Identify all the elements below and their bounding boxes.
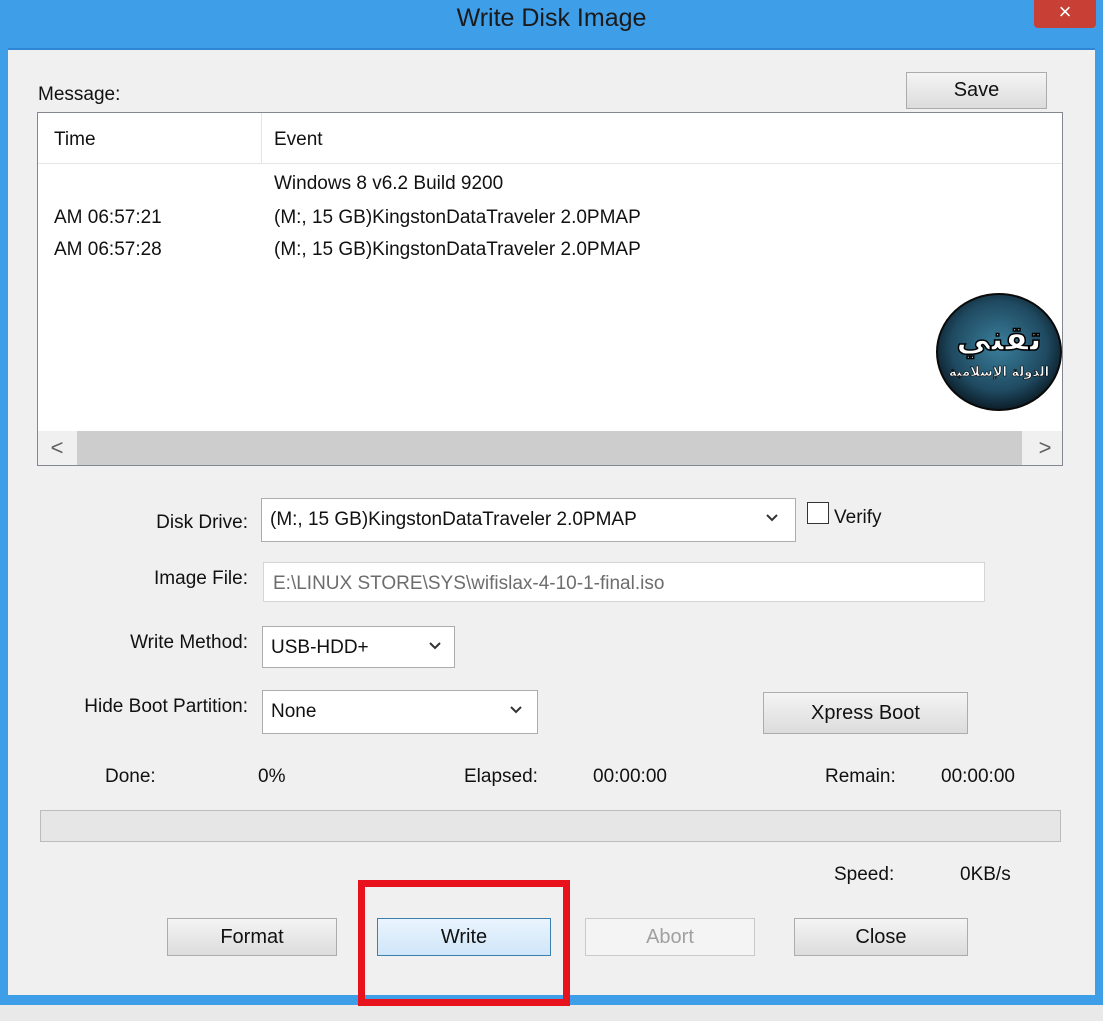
- column-header-event[interactable]: Event: [274, 129, 323, 151]
- title-bar: Write Disk Image ×: [0, 0, 1103, 50]
- column-header-time[interactable]: Time: [54, 129, 96, 151]
- desktop-strip: [0, 1005, 1103, 1021]
- elapsed-value: 00:00:00: [593, 766, 667, 787]
- speed-label: Speed:: [834, 864, 895, 885]
- close-button[interactable]: Close: [794, 918, 968, 956]
- done-value: 0%: [258, 766, 286, 787]
- watermark-logo: تقني الدولة الإسلامية: [935, 292, 1063, 412]
- remain-label: Remain:: [825, 766, 896, 787]
- verify-label: Verify: [834, 507, 882, 528]
- verify-checkbox[interactable]: [807, 502, 829, 524]
- row-time: AM 06:57:28: [54, 239, 162, 260]
- done-label: Done:: [105, 766, 156, 787]
- window-frame-right: [1095, 48, 1103, 1003]
- chevron-down-icon: [765, 511, 779, 529]
- format-button[interactable]: Format: [167, 918, 337, 956]
- image-file-value: E:\LINUX STORE\SYS\wifislax-4-10-1-final…: [273, 573, 665, 594]
- chevron-down-icon: [509, 703, 523, 721]
- row-event: (M:, 15 GB)KingstonDataTraveler 2.0PMAP: [274, 239, 641, 260]
- chevron-down-icon: [428, 639, 442, 657]
- disk-drive-select[interactable]: (M:, 15 GB)KingstonDataTraveler 2.0PMAP: [261, 498, 796, 542]
- column-separator[interactable]: [261, 113, 262, 163]
- close-icon[interactable]: ×: [1034, 0, 1096, 28]
- image-file-field[interactable]: E:\LINUX STORE\SYS\wifislax-4-10-1-final…: [263, 562, 985, 602]
- write-method-value: USB-HDD+: [271, 637, 369, 658]
- disk-drive-value: (M:, 15 GB)KingstonDataTraveler 2.0PMAP: [270, 509, 637, 530]
- remain-value: 00:00:00: [941, 766, 1015, 787]
- row-time: AM 06:57:21: [54, 207, 162, 228]
- scroll-left-icon[interactable]: <: [42, 435, 72, 461]
- watermark-main: تقني: [956, 319, 1042, 359]
- abort-button[interactable]: Abort: [585, 918, 755, 956]
- hide-boot-label: Hide Boot Partition:: [84, 696, 248, 717]
- disk-drive-label: Disk Drive:: [156, 512, 248, 533]
- speed-value: 0KB/s: [960, 864, 1011, 885]
- progress-bar: [40, 810, 1061, 842]
- xpress-boot-button[interactable]: Xpress Boot: [763, 692, 968, 734]
- window-title: Write Disk Image: [456, 4, 647, 32]
- horizontal-scrollbar[interactable]: < >: [38, 431, 1062, 465]
- window-frame-left: [0, 48, 8, 1003]
- watermark-sub: الدولة الإسلامية: [949, 365, 1049, 380]
- write-method-label: Write Method:: [130, 632, 248, 653]
- write-method-select[interactable]: USB-HDD+: [262, 626, 455, 668]
- image-file-label: Image File:: [154, 568, 248, 589]
- hide-boot-select[interactable]: None: [262, 690, 538, 734]
- highlight-box: [358, 880, 570, 1006]
- save-button[interactable]: Save: [906, 72, 1047, 109]
- elapsed-label: Elapsed:: [464, 766, 538, 787]
- scroll-right-icon[interactable]: >: [1030, 435, 1060, 461]
- row-event: (M:, 15 GB)KingstonDataTraveler 2.0PMAP: [274, 207, 641, 228]
- row-event: Windows 8 v6.2 Build 9200: [274, 173, 504, 194]
- hide-boot-value: None: [271, 701, 317, 722]
- message-list[interactable]: Time Event Windows 8 v6.2 Build 9200 AM …: [37, 112, 1063, 466]
- message-label: Message:: [38, 84, 121, 105]
- list-header: Time Event: [38, 113, 1062, 164]
- scrollbar-thumb[interactable]: [77, 431, 1022, 465]
